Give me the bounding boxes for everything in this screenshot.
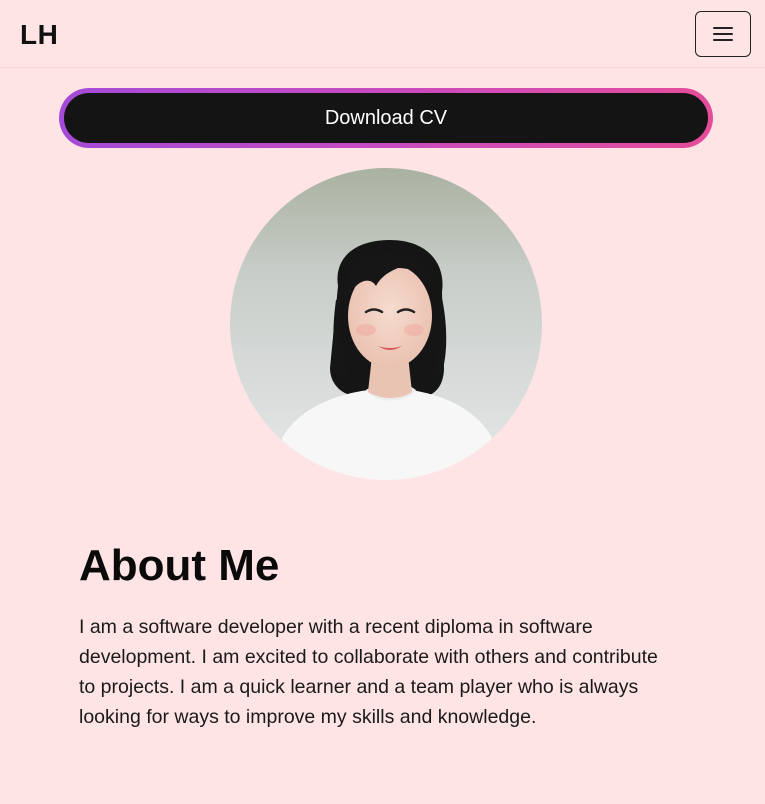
about-heading: About Me	[79, 541, 280, 590]
download-cv-button[interactable]: Download CV	[64, 93, 708, 143]
profile-photo	[230, 168, 542, 480]
about-paragraph: I am a software developer with a recent …	[79, 616, 658, 728]
navbar: LH	[0, 0, 765, 68]
hamburger-menu-icon	[713, 27, 733, 41]
profile-avatar	[230, 168, 542, 480]
menu-toggle-button[interactable]	[695, 11, 751, 57]
site-logo[interactable]: LH	[20, 18, 58, 52]
download-cv-button-border: Download CV	[59, 88, 713, 148]
